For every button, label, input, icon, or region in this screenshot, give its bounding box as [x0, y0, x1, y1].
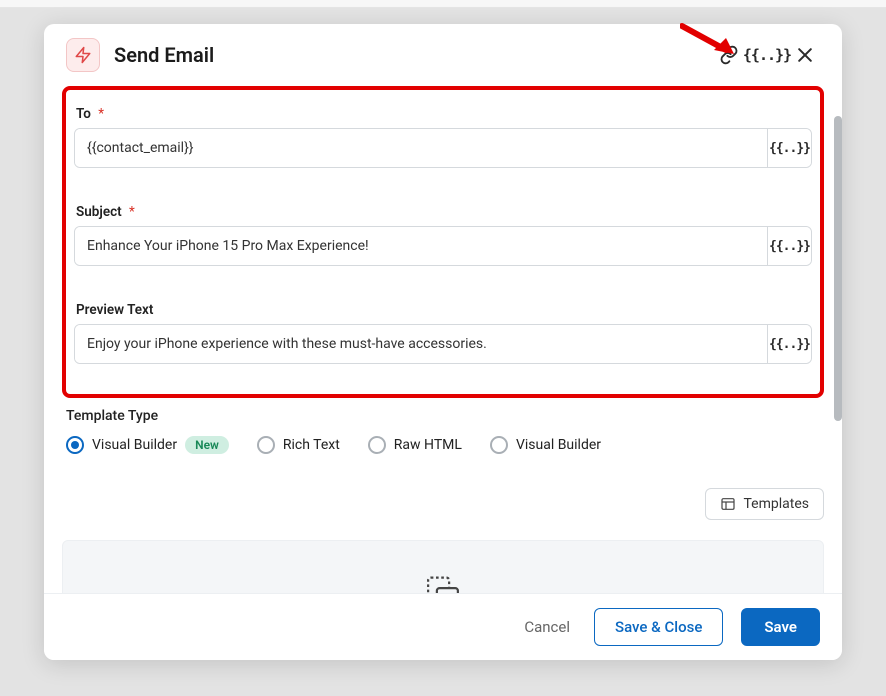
link-icon-button[interactable]	[714, 40, 744, 70]
radio-label: Rich Text	[283, 437, 340, 453]
templates-button[interactable]: Templates	[705, 488, 825, 520]
radio-circle-icon	[368, 436, 386, 454]
preview-input[interactable]	[75, 325, 767, 363]
radio-label: Visual Builder	[92, 437, 177, 453]
modal-body: To * {{..}} Subject * {{..}}	[44, 86, 842, 593]
radio-label: Raw HTML	[394, 437, 462, 453]
modal-footer: Cancel Save & Close Save	[44, 593, 842, 660]
cancel-button[interactable]: Cancel	[518, 610, 576, 644]
subject-insert-variable-button[interactable]: {{..}}	[767, 227, 811, 265]
scrollbar-thumb[interactable]	[834, 116, 842, 421]
close-button[interactable]	[790, 40, 820, 70]
page-topbar	[0, 0, 886, 8]
required-star: *	[129, 204, 135, 220]
to-label-text: To	[76, 106, 91, 122]
to-label: To *	[76, 106, 812, 122]
fields-highlight-box: To * {{..}} Subject * {{..}}	[62, 86, 824, 398]
radio-circle-icon	[66, 436, 84, 454]
field-preview: Preview Text {{..}}	[74, 294, 812, 370]
subject-input[interactable]	[75, 227, 767, 265]
required-star: *	[98, 106, 104, 122]
radio-raw-html[interactable]: Raw HTML	[368, 436, 462, 454]
insert-variable-button[interactable]: {{..}}	[752, 40, 782, 70]
radio-circle-icon	[490, 436, 508, 454]
subject-label: Subject *	[76, 204, 812, 220]
radio-label: Visual Builder	[516, 437, 601, 453]
template-type-radios: Visual Builder New Rich Text Raw HTML Vi…	[62, 436, 824, 454]
save-and-close-button[interactable]: Save & Close	[594, 608, 723, 646]
templates-button-label: Templates	[744, 496, 810, 512]
modal-header: Send Email {{..}}	[44, 24, 842, 86]
preview-label-text: Preview Text	[76, 302, 153, 318]
templates-icon	[720, 496, 736, 512]
to-insert-variable-button[interactable]: {{..}}	[767, 129, 811, 167]
templates-bar: Templates	[62, 488, 824, 520]
new-badge: New	[185, 436, 229, 454]
subject-label-text: Subject	[76, 204, 122, 220]
radio-visual-builder-new[interactable]: Visual Builder New	[66, 436, 229, 454]
bolt-icon	[66, 38, 100, 72]
preview-label: Preview Text	[76, 302, 812, 318]
builder-canvas[interactable]	[62, 540, 824, 593]
radio-circle-icon	[257, 436, 275, 454]
field-to: To * {{..}}	[74, 98, 812, 174]
save-button[interactable]: Save	[741, 608, 820, 646]
send-email-modal: Send Email {{..}} To *	[44, 24, 842, 660]
modal-title: Send Email	[114, 43, 706, 67]
preview-input-row: {{..}}	[74, 324, 812, 364]
preview-insert-variable-button[interactable]: {{..}}	[767, 325, 811, 363]
to-input[interactable]	[75, 129, 767, 167]
radio-visual-builder[interactable]: Visual Builder	[490, 436, 601, 454]
template-type-label: Template Type	[66, 408, 824, 424]
drop-placeholder-icon	[422, 575, 464, 593]
to-input-row: {{..}}	[74, 128, 812, 168]
field-subject: Subject * {{..}}	[74, 196, 812, 272]
radio-rich-text[interactable]: Rich Text	[257, 436, 340, 454]
subject-input-row: {{..}}	[74, 226, 812, 266]
